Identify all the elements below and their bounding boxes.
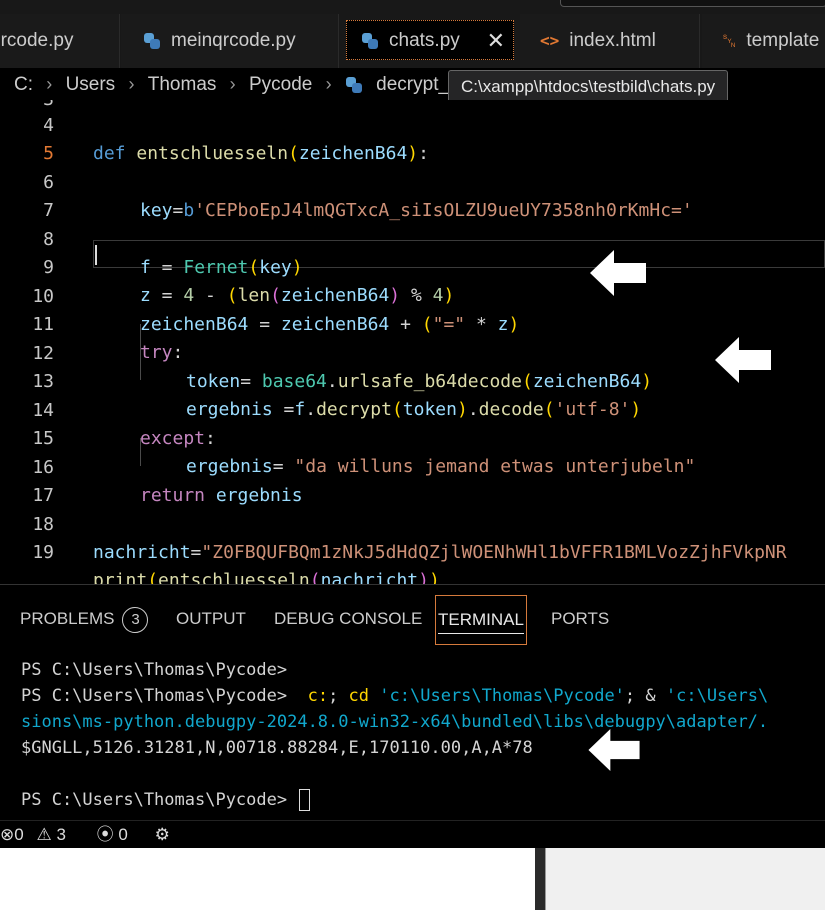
warnings-status[interactable]: ⚠ 3	[36, 825, 65, 844]
editor-tab-bar: qrcode.py meinqrcode.py chats.py ✕ <> ind…	[0, 0, 825, 68]
line-number: 18	[32, 514, 54, 535]
tab-label: meinqrcode.py	[171, 30, 296, 51]
line-number: 19	[32, 542, 54, 563]
code-editor[interactable]: 3 4 def entschluesseln(zeichenB64): 5 6 …	[0, 100, 825, 584]
chevron-right-icon: ›	[46, 74, 53, 94]
tab-label: chats.py	[389, 30, 460, 51]
tab-index-html[interactable]: <> index.html	[520, 14, 700, 68]
line-number: 12	[32, 343, 54, 364]
tab-meinqrcode[interactable]: meinqrcode.py	[121, 14, 339, 68]
broadcast-icon: ⦿	[96, 825, 114, 844]
close-tab-icon[interactable]: ✕	[487, 21, 505, 59]
breadcrumb-thomas[interactable]: Thomas	[148, 69, 217, 101]
rss-icon: ␖	[722, 31, 737, 51]
chevron-right-icon: ›	[128, 74, 135, 94]
code-line: print(entschluesseln(nachricht))	[93, 570, 440, 584]
terminal-line: sions\ms-python.debugpy-2024.8.0-win32-x…	[21, 712, 769, 732]
breadcrumb-pycode[interactable]: Pycode	[249, 69, 312, 101]
terminal-line: PS C:\Users\Thomas\Pycode> c:; cd 'c:\Us…	[21, 686, 769, 706]
left-arrow-icon	[590, 250, 646, 296]
background-window	[0, 848, 825, 910]
line-number: 9	[43, 257, 54, 278]
tab-ports[interactable]: PORTS	[551, 595, 609, 643]
html-icon: <>	[540, 31, 560, 50]
line-number: 4	[43, 115, 54, 136]
line-number: 17	[32, 485, 54, 506]
title-bar-edge	[560, 0, 825, 7]
bottom-panel: PROBLEMS 3 OUTPUT DEBUG CONSOLE TERMINAL …	[0, 584, 825, 821]
left-arrow-icon	[588, 729, 640, 771]
line-number: 14	[32, 400, 54, 421]
tab-output[interactable]: OUTPUT	[176, 595, 246, 643]
python-icon	[361, 32, 379, 50]
line-number: 8	[43, 229, 54, 250]
line-number: 5	[43, 143, 54, 164]
problems-count-badge: 3	[122, 606, 149, 633]
status-bar: ⊗0 ⚠ 3 ⦿ 0 ⚙	[0, 820, 825, 849]
ports-status[interactable]: ⦿ 0	[97, 825, 128, 844]
errors-status[interactable]: ⊗0	[0, 825, 24, 844]
background-panel	[545, 848, 825, 910]
tab-template[interactable]: ␖ template	[702, 14, 825, 68]
terminal-line: PS C:\Users\Thomas\Pycode>	[21, 660, 288, 680]
line-number: 13	[32, 371, 54, 392]
window-edge	[535, 848, 545, 910]
tab-debug-console[interactable]: DEBUG CONSOLE	[274, 595, 422, 643]
tab-label: index.html	[569, 30, 656, 52]
tab-problems[interactable]: PROBLEMS 3	[20, 595, 149, 643]
chevron-right-icon: ›	[325, 74, 332, 94]
python-icon	[143, 32, 161, 50]
line-number: 7	[43, 200, 54, 221]
line-number: 6	[43, 172, 54, 193]
error-icon: ⊗	[0, 825, 15, 844]
tab-qrcode[interactable]: qrcode.py	[0, 14, 120, 68]
line-number: 15	[32, 428, 54, 449]
terminal-prompt[interactable]: PS C:\Users\Thomas\Pycode>	[21, 787, 825, 813]
tab-label: template	[746, 30, 820, 52]
chevron-right-icon: ›	[229, 74, 236, 94]
tab-label: qrcode.py	[0, 30, 74, 51]
line-number: 16	[32, 457, 54, 478]
line-number: 10	[32, 286, 54, 307]
debug-icon[interactable]: ⚙	[155, 825, 170, 844]
line-number: 11	[32, 314, 54, 335]
python-icon	[345, 76, 363, 94]
breadcrumb-drive[interactable]: C:	[14, 69, 33, 101]
left-arrow-icon	[715, 337, 771, 383]
tab-terminal[interactable]: TERMINAL	[435, 595, 527, 645]
terminal-cursor	[299, 789, 311, 811]
tab-chats[interactable]: chats.py ✕	[346, 20, 514, 60]
warning-icon: ⚠	[36, 825, 52, 844]
file-path-tooltip: C:\xampp\htdocs\testbild\chats.py	[448, 70, 729, 104]
breadcrumb-users[interactable]: Users	[66, 69, 116, 101]
terminal-output: $GNGLL,5126.31281,N,00718.88284,E,170110…	[21, 738, 533, 758]
